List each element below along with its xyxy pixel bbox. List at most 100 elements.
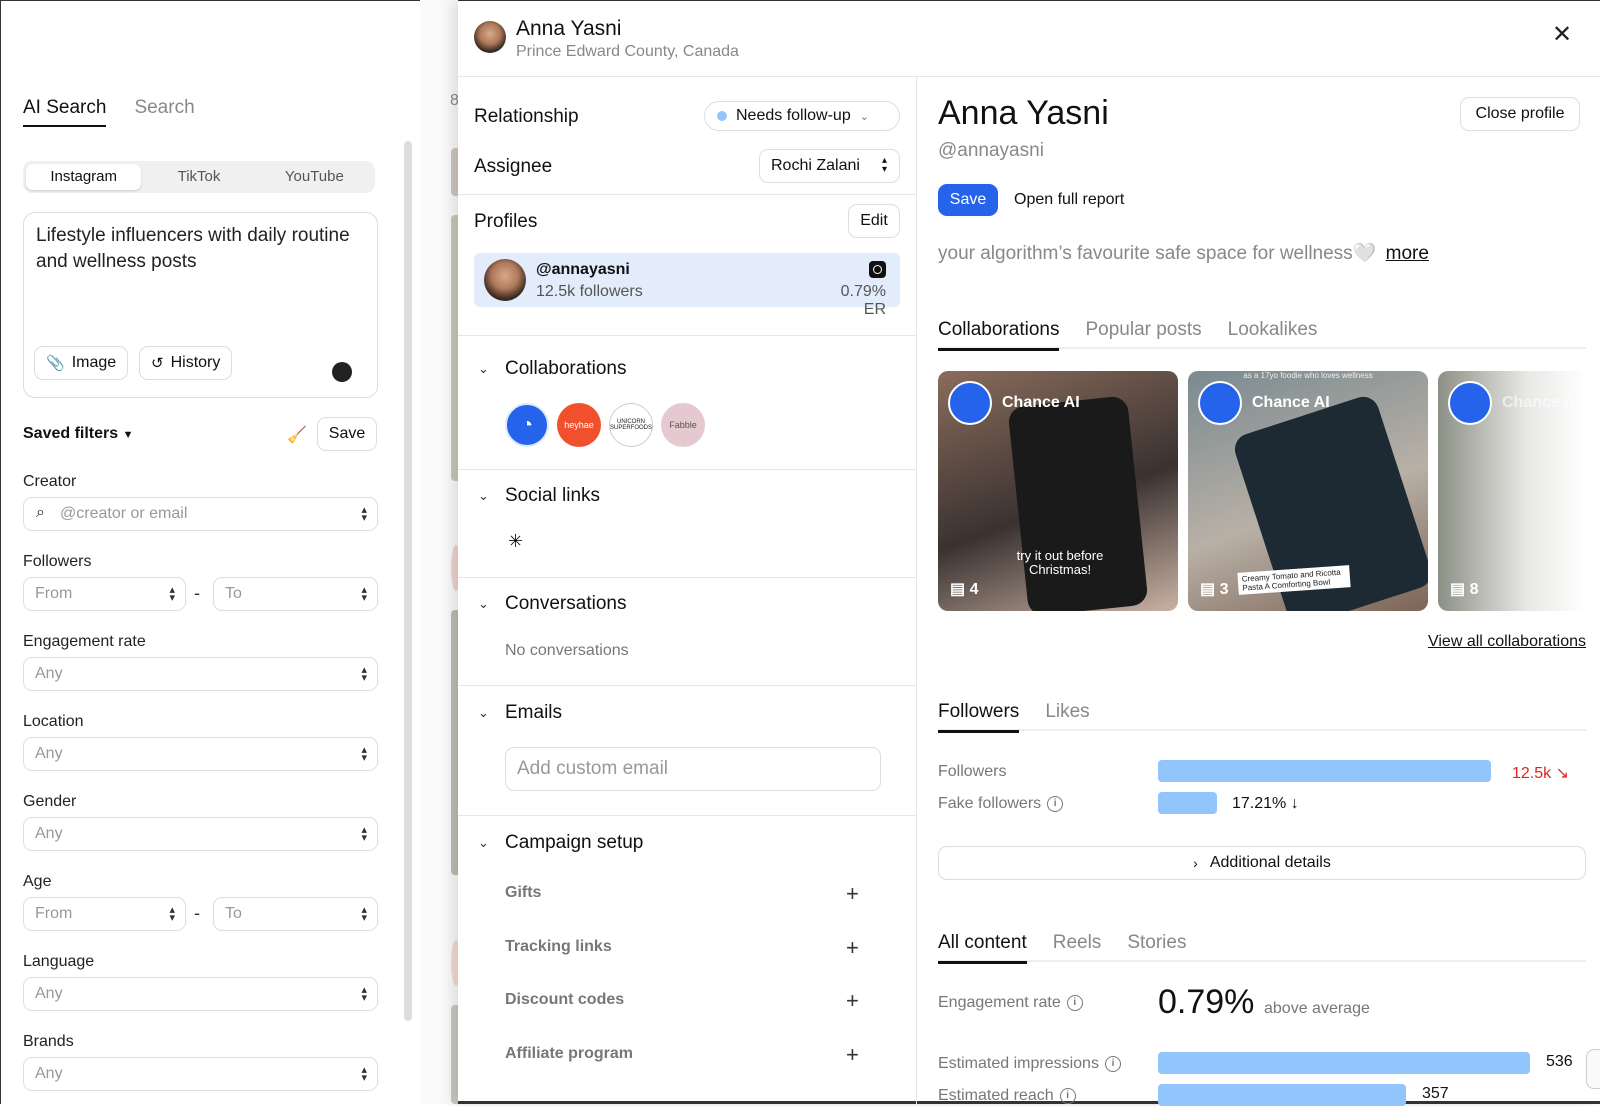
view-all-collaborations-link[interactable]: View all collaborations [1398,633,1586,651]
campaign-setup-title: Campaign setup [505,832,644,853]
add-gift-icon[interactable]: + [846,883,859,905]
assignee-label: Assignee [474,156,553,177]
info-icon[interactable]: i [1104,1055,1121,1072]
chevron-down-icon[interactable]: ⌄ [478,705,489,721]
chevron-down-icon[interactable]: ⌄ [478,596,489,612]
relationship-label: Relationship [474,106,579,127]
brands-select[interactable]: Any ▴ ▾ [23,1057,378,1091]
collab-post-card[interactable]: Chance A ▤ 8 [1438,371,1586,611]
location-label: Location [23,713,84,730]
divider [458,577,916,578]
side-handle[interactable] [1586,1049,1600,1089]
image-button[interactable]: 📎 Image [34,346,129,380]
paperclip-icon: 📎 [46,355,65,372]
profile-er: 0.79% ER [840,283,886,318]
divider [458,335,916,336]
history-button[interactable]: ↺ History [139,346,233,380]
brand-logo-heyhae[interactable]: heyhae [557,403,601,447]
gender-select[interactable]: Any ▴ ▾ [23,817,378,851]
close-profile-button[interactable]: Close profile [1460,97,1580,131]
chevron-down-icon[interactable]: ⌄ [478,835,489,851]
trend-down-icon: ↘ [1555,765,1569,782]
updown-icon: ▴ ▾ [361,1064,367,1084]
brand-logo-chance-ai [1448,381,1492,425]
campaign-row-affiliate-program: Affiliate program [505,1045,634,1062]
profile-card-instagram[interactable]: @annayasni 12.5k followers 0.79% ER [474,253,900,318]
add-tracking-link-icon[interactable]: + [846,937,859,959]
save-filters-button[interactable]: Save [317,417,377,451]
chevron-down-icon[interactable]: ⌄ [478,361,489,377]
edit-profiles-button[interactable]: Edit [848,204,900,238]
tab-followers[interactable]: Followers [938,701,1020,733]
location-select[interactable]: Any ▴ ▾ [23,737,378,771]
linktree-icon[interactable]: ✳ [508,531,523,552]
engagement-label: Engagement rate [23,633,146,650]
add-discount-code-icon[interactable]: + [846,990,859,1012]
clear-broom-icon[interactable]: 🧹 [287,425,307,445]
search-icon: ⌕ [36,504,45,521]
gender-value: Any [35,825,63,842]
profile-bio: your algorithm’s favourite safe space fo… [938,241,1429,265]
info-icon[interactable]: i [1047,795,1064,812]
followers-from-select[interactable]: From ▴ ▾ [23,577,186,611]
tab-all-content[interactable]: All content [938,932,1027,964]
creator-search-field[interactable]: ⌕ @creator or email ▴ ▾ [23,497,378,531]
tab-lookalikes[interactable]: Lookalikes [1228,319,1318,351]
post-brand: Chance AI [948,381,1080,425]
brand-logo-chance-ai[interactable]: ◔ [505,403,549,447]
impressions-value: 536 [1546,1053,1573,1070]
brand-logo-fabble[interactable]: Fabble [661,403,705,447]
fake-followers-label: Fake followers i [938,795,1064,813]
age-from-value: From [35,905,73,922]
submit-clock-icon[interactable] [332,362,352,382]
language-select[interactable]: Any ▴ ▾ [23,977,378,1011]
reach-value: 357 [1422,1085,1449,1102]
brand-logo-unicorn-superfoods[interactable]: UNICORN SUPERFOODS [609,403,653,447]
followers-to-select[interactable]: To ▴ ▾ [213,577,378,611]
collab-post-card[interactable]: Chance AI try it out before Christmas! ▤… [938,371,1178,611]
tab-ai-search[interactable]: AI Search [23,97,107,127]
platform-instagram[interactable]: Instagram [26,164,142,190]
bio-more-link[interactable]: more [1386,243,1429,264]
post-brand: Chance A [1448,381,1575,425]
profiles-title: Profiles [474,211,538,232]
engagement-select[interactable]: Any ▴ ▾ [23,657,378,691]
avatar [484,259,526,301]
filters-scrollbar[interactable] [404,141,412,1021]
range-dash: - [194,583,200,603]
post-comments: ▤ 3 [1200,579,1228,599]
collab-post-card[interactable]: as a 17yo foodie who loves wellness Chan… [1188,371,1428,611]
additional-details-button[interactable]: › Additional details [938,846,1586,880]
tab-stories[interactable]: Stories [1127,932,1186,964]
chevron-right-icon: › [1193,855,1198,871]
audience-tabs: Followers Likes [938,701,1586,733]
brand-logo-chance-ai [1198,381,1242,425]
close-icon[interactable]: ✕ [1552,23,1572,47]
post-comments: ▤ 4 [950,579,978,599]
updown-icon: ▴ ▾ [361,984,367,1004]
save-profile-button[interactable]: Save [938,184,998,216]
instagram-icon [869,261,886,278]
tab-popular-posts[interactable]: Popular posts [1085,319,1201,351]
impressions-label-text: Estimated impressions [938,1055,1099,1072]
open-full-report-link[interactable]: Open full report [1014,191,1124,209]
saved-filters-dropdown[interactable]: Saved filters ▼ [23,425,134,443]
custom-email-input[interactable]: Add custom email [505,747,881,791]
tab-likes[interactable]: Likes [1045,701,1089,733]
chevron-down-icon: ⌄ [859,110,869,123]
add-affiliate-icon[interactable]: + [846,1044,859,1066]
age-from-select[interactable]: From ▴ ▾ [23,897,186,931]
profile-name: Anna Yasni [938,94,1109,132]
assignee-select[interactable]: Rochi Zalani ▴ ▾ [759,149,900,183]
platform-youtube[interactable]: YouTube [257,164,372,190]
info-icon[interactable]: i [1066,994,1083,1011]
info-icon[interactable]: i [1059,1087,1076,1104]
platform-tiktok[interactable]: TikTok [141,164,256,190]
relationship-status-select[interactable]: Needs follow-up ⌄ [704,101,900,131]
tab-reels[interactable]: Reels [1053,932,1102,964]
impressions-bar [1158,1052,1530,1074]
age-to-select[interactable]: To ▴ ▾ [213,897,378,931]
tab-collaborations[interactable]: Collaborations [938,319,1060,351]
tab-search[interactable]: Search [134,97,194,127]
chevron-down-icon[interactable]: ⌄ [478,488,489,504]
